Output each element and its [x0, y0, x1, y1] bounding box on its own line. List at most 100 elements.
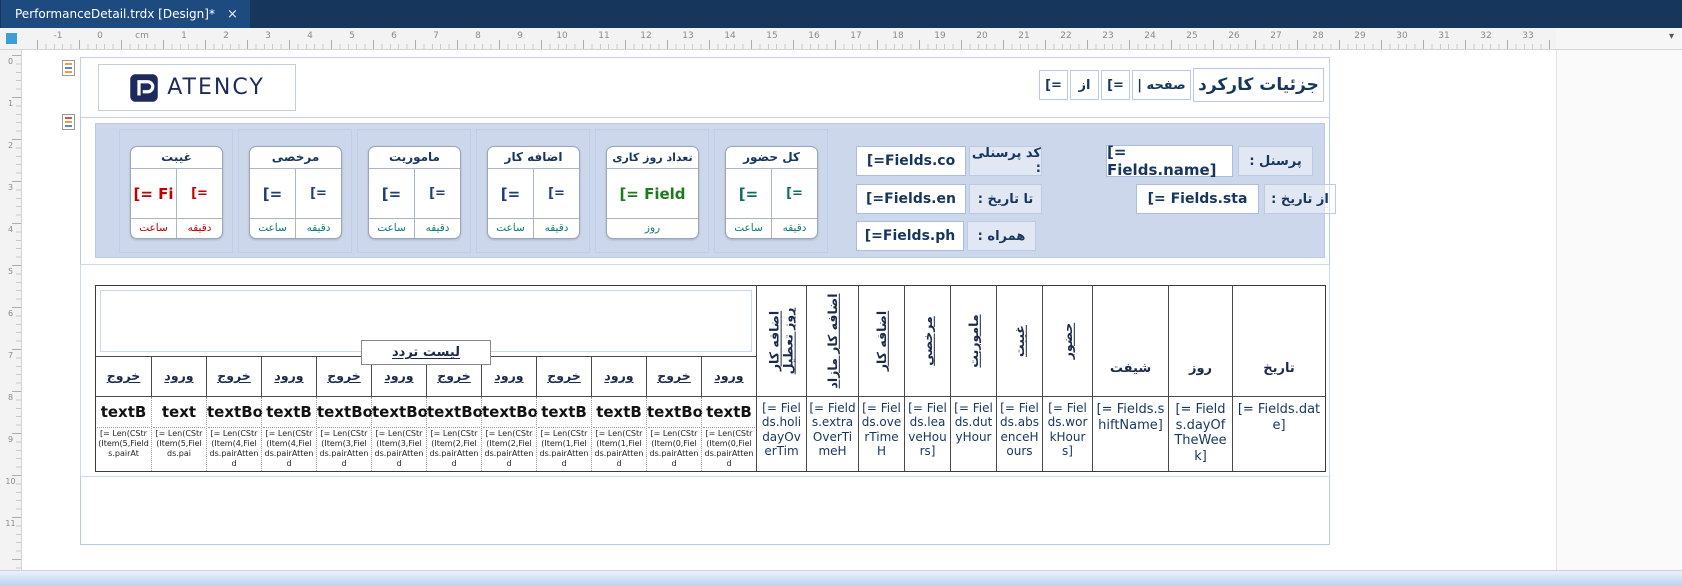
trip-column-cell[interactable]: textBo [= Len(CStr(Item(4,Fields.pairAtt… — [206, 397, 261, 471]
close-icon[interactable]: × — [227, 8, 238, 21]
document-tab[interactable]: PerformanceDetail.trdx [Design]* × — [1, 0, 250, 28]
phone-field[interactable]: [=Fields.ph — [856, 221, 964, 251]
textbox-expression: [= Len(CStr(Item(0,Fields.pairAttend — [648, 427, 700, 471]
page-header-section-icon[interactable] — [62, 60, 75, 76]
hours-value-field[interactable]: [= — [488, 169, 533, 218]
rotated-column-header[interactable]: حضور — [1043, 286, 1092, 396]
plain-column-header[interactable]: تاریخ — [1233, 286, 1325, 396]
rotated-column-header[interactable]: مرخصی — [905, 286, 950, 396]
rotated-column-header[interactable]: ماموریت — [951, 286, 996, 396]
rotated-column: اضافه کار مازاد [= Fields.extraOverTimeH — [806, 286, 858, 471]
trip-column-cell[interactable]: textB [= Len(CStr(Item(1,Fields.pairAtte… — [591, 397, 646, 471]
vertical-ruler: 01234567891011 — [0, 50, 22, 570]
minutes-value-field[interactable]: [= — [295, 169, 341, 218]
logo-box[interactable]: ATENCY — [98, 64, 296, 111]
summary-group-card: ماموریت [= [= ساعت دقیقه — [368, 146, 461, 239]
textbox-expression: [= Len(CStr(Item(3,Fields.pairAttend — [373, 427, 425, 471]
from-date-field[interactable]: [= Fields.sta — [1136, 184, 1259, 214]
trip-column-cell[interactable]: textBo [= Len(CStr(Item(2,Fields.pairAtt… — [481, 397, 536, 471]
rotated-column-header[interactable]: اضافه کار روز تعطیل — [757, 286, 806, 396]
hours-value-field[interactable]: [= Field — [607, 169, 698, 218]
trip-column-cell[interactable]: textBo [= Len(CStr(Item(0,Fields.pairAtt… — [646, 397, 701, 471]
page-label-box[interactable]: صفحه | — [1132, 70, 1191, 100]
rotated-column-cell[interactable]: [= Fields.extraOverTimeH — [807, 396, 858, 471]
trip-column-cell[interactable]: textBo [= Len(CStr(Item(3,Fields.pairAtt… — [371, 397, 426, 471]
to-date-label: تا تاریخ : — [969, 184, 1042, 214]
rotated-column-cell[interactable]: [= Fields.dutyHour — [951, 396, 996, 471]
of-label-box[interactable]: از — [1070, 70, 1099, 100]
rotated-column-cell[interactable]: [= Fields.workHours] — [1043, 396, 1092, 471]
personnel-code-field[interactable]: [=Fields.co — [856, 146, 966, 176]
trip-column-cell[interactable]: textB [= Len(CStr(Item(5,Fields.pairAt — [96, 397, 151, 471]
plain-column-cell[interactable]: [= Fields.date] — [1233, 396, 1325, 471]
rotated-column-cell[interactable]: [= Fields.absenceHours — [997, 396, 1042, 471]
ruler-tick-label: 3 — [247, 28, 289, 44]
trip-column-cell[interactable]: text [= Len(CStr(Item(5,Fields.pai — [151, 397, 206, 471]
rotated-column-header[interactable]: اضافه کار مازاد — [807, 286, 858, 396]
detail-section-icon[interactable] — [62, 114, 75, 130]
hours-value-field[interactable]: [= — [726, 169, 771, 218]
hours-value-field[interactable]: [= — [250, 169, 295, 218]
trip-column-header[interactable]: ورود — [151, 357, 206, 396]
ruler-tick-label: 6 — [0, 307, 21, 349]
ruler-tick-label: 34 — [1549, 28, 1556, 44]
trip-column-cell[interactable]: textBo [= Len(CStr(Item(3,Fields.pairAtt… — [316, 397, 371, 471]
ruler-tick-label: 14 — [709, 28, 751, 44]
plain-column-header[interactable]: شیفت — [1093, 286, 1168, 396]
plain-column-cell[interactable]: [= Fields.shiftName] — [1093, 396, 1168, 471]
summary-group[interactable]: غیبت [= Fi [= ساعت دقیقه — [119, 129, 233, 253]
ruler-tick-label: 16 — [793, 28, 835, 44]
page-header-band[interactable]: ATENCY جزئیات کارکرد صفحه | [= از [= — [80, 57, 1330, 118]
detail-table[interactable]: لیست تردد خروجورودخروجورودخروجورودخروجور… — [95, 285, 1326, 472]
rotated-column-cell[interactable]: [= Fields.overTimeH — [859, 396, 904, 471]
ruler-tick-label: 5 — [331, 28, 373, 44]
trip-column-header[interactable]: ورود — [591, 357, 646, 396]
rotated-column-header[interactable]: غیبت — [997, 286, 1042, 396]
minutes-value-field[interactable]: [= — [533, 169, 579, 218]
trips-merged-header-cell[interactable]: لیست تردد — [96, 286, 756, 356]
trip-column-header[interactable]: ورود — [701, 357, 756, 396]
minutes-value-field[interactable]: [= — [771, 169, 817, 218]
summary-band[interactable]: غیبت [= Fi [= ساعت دقیقه — [95, 123, 1325, 258]
plain-column-header[interactable]: روز — [1169, 286, 1232, 396]
summary-group[interactable]: اضافه کار [= [= ساعت دقیقه — [476, 129, 590, 253]
page-count-field[interactable]: [= — [1101, 70, 1130, 100]
hours-value-field[interactable]: [= — [369, 169, 414, 218]
document-tab-title: PerformanceDetail.trdx [Design]* — [15, 7, 215, 21]
trip-column-cell[interactable]: textB [= Len(CStr(Item(1,Fields.pairAtte… — [536, 397, 591, 471]
summary-group-title: غیبت — [131, 147, 222, 169]
minutes-value-field[interactable]: [= — [414, 169, 460, 218]
trip-column-header[interactable]: خروج — [96, 357, 151, 396]
rotated-column-cell[interactable]: [= Fields.leaveHours] — [905, 396, 950, 471]
summary-group[interactable]: تعداد روز کاری [= Field روز — [595, 129, 709, 253]
rotated-column-cell[interactable]: [= Fields.holidayOverTim — [757, 396, 806, 471]
trip-column-header[interactable]: خروج — [646, 357, 701, 396]
rotated-header-text: اضافه کار — [874, 291, 888, 391]
page-number-field[interactable]: [= — [1039, 70, 1068, 100]
trip-column-cell[interactable]: textB [= Len(CStr(Item(4,Fields.pairAtte… — [261, 397, 316, 471]
ruler-tick-label: 24 — [1129, 28, 1171, 44]
horizontal-ruler: -10cm12345678910111213141516171819202122… — [22, 28, 1556, 49]
personnel-name-field[interactable]: [= Fields.name] — [1106, 145, 1233, 177]
report-title[interactable]: جزئیات کارکرد — [1193, 68, 1324, 102]
design-canvas[interactable]: ATENCY جزئیات کارکرد صفحه | [= از [= غیب… — [22, 50, 1556, 570]
rotated-column-header[interactable]: اضافه کار — [859, 286, 904, 396]
trip-column-cell[interactable]: textB [= Len(CStr(Item(0,Fields.pairAtte… — [701, 397, 756, 471]
minutes-value-field[interactable]: [= — [176, 169, 222, 218]
trip-column-header[interactable]: خروج — [536, 357, 591, 396]
plain-column-cell[interactable]: [= Fields.dayOfTheWeek] — [1169, 396, 1232, 471]
trip-column-cell[interactable]: textBo [= Len(CStr(Item(2,Fields.pairAtt… — [426, 397, 481, 471]
hours-value-field[interactable]: [= Fi — [131, 169, 176, 218]
work-area: 01234567891011 ATENCY جزئیات کارکرد صفح — [0, 50, 1682, 570]
ruler-tick-label: 10 — [541, 28, 583, 44]
trips-list-title[interactable]: لیست تردد — [361, 340, 491, 365]
trip-column-header[interactable]: خروج — [206, 357, 261, 396]
trip-column-header[interactable]: ورود — [261, 357, 316, 396]
summary-group[interactable]: ماموریت [= [= ساعت دقیقه — [357, 129, 471, 253]
summary-group[interactable]: مرخصی [= [= ساعت دقیقه — [238, 129, 352, 253]
to-date-field[interactable]: [=Fields.en — [856, 184, 966, 214]
summary-group[interactable]: کل حضور [= [= ساعت دقیقه — [714, 129, 828, 253]
ruler-tick-label: 2 — [205, 28, 247, 44]
chevron-down-icon[interactable]: ▾ — [1669, 31, 1674, 42]
textbox-expression: [= Len(CStr(Item(4,Fields.pairAttend — [263, 427, 315, 471]
